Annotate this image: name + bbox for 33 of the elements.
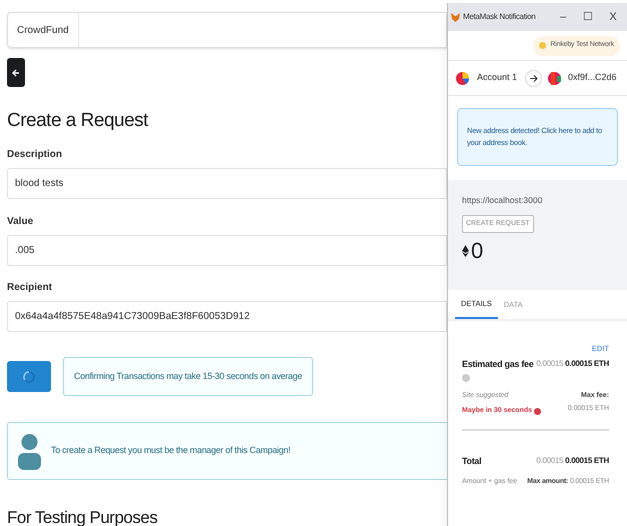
amount-value: 0 [471, 239, 484, 264]
field-label: Value [7, 215, 34, 229]
close-button[interactable]: X [602, 8, 624, 26]
info-icon [462, 374, 470, 382]
minimize-button[interactable]: – [552, 8, 574, 26]
input-field[interactable]: .005 [7, 235, 447, 266]
input-field[interactable]: blood tests [7, 168, 447, 199]
brand-link[interactable]: CrowdFund [8, 13, 79, 47]
gas-fee-amount: 0.00015 0.00015 ETH [536, 358, 609, 370]
arrow-right-icon [525, 70, 542, 86]
input-field[interactable]: 0x64a4a4f8575E48a941C73009BaE3f8F60053D912 [7, 301, 447, 332]
back-button[interactable] [7, 58, 25, 87]
field-label: Recipient [7, 281, 54, 295]
avatar-icon [548, 72, 561, 84]
account-name: Account 1 [477, 71, 518, 84]
ethereum-icon [462, 245, 469, 258]
origin-url: https://localhost:3000 [462, 194, 542, 207]
window-title: MetaMask Notification [463, 11, 536, 23]
notice-text: To create a Request you must be the manager of this Campaign! [51, 444, 290, 458]
spinner-icon [23, 370, 35, 382]
gas-fee-label: Estimated gas fee [462, 358, 534, 372]
page-heading: Create a Request [7, 109, 150, 133]
alert-icon [534, 408, 542, 415]
maximize-button[interactable]: ☐ [577, 8, 599, 26]
total-amount: 0.00015 0.00015 ETH [536, 454, 609, 467]
user-icon [18, 432, 41, 470]
arrow-left-icon [12, 68, 20, 76]
info-message: Confirming Transactions may take 15-30 seconds on average [63, 357, 314, 396]
total-label: Total [462, 454, 482, 468]
avatar-icon [456, 72, 469, 84]
fox-icon [451, 12, 460, 22]
field-label: Description [7, 148, 64, 162]
recipient-address: 0xf9f...C2d6 [568, 71, 617, 84]
